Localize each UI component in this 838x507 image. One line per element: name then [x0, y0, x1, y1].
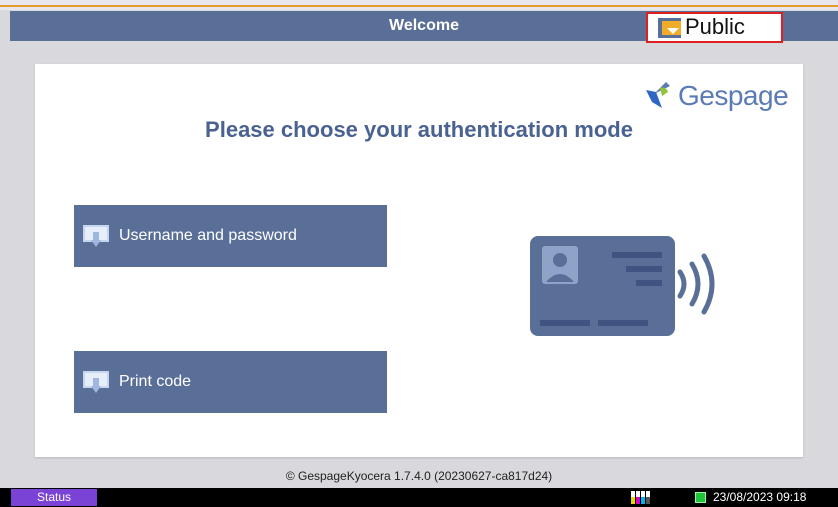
logo-text: Gespage	[678, 80, 789, 111]
network-status-icon	[695, 492, 706, 503]
contactless-card-icon	[530, 236, 715, 336]
gespage-logo-icon	[646, 82, 670, 108]
top-accent-stripe	[0, 0, 838, 10]
queue-selector[interactable]: Public	[646, 12, 783, 43]
queue-label: Public	[681, 15, 779, 39]
status-datetime: 23/08/2023 09:18	[713, 490, 807, 504]
username-password-label: Username and password	[119, 227, 297, 244]
status-button[interactable]: Status	[11, 489, 97, 506]
print-code-icon	[83, 371, 109, 393]
auth-panel: Gespage Please choose your authenticatio…	[35, 64, 803, 457]
username-password-button[interactable]: Username and password	[74, 205, 387, 267]
status-bar: Status 23/08/2023 09:18	[0, 488, 838, 507]
toner-level-icon	[631, 491, 651, 504]
print-code-label: Print code	[119, 373, 192, 390]
page-heading: Please choose your authentication mode	[205, 117, 633, 142]
copyright-footer: © GespageKyocera 1.7.4.0 (20230627-ca817…	[285, 469, 553, 483]
print-code-button[interactable]: Print code	[74, 351, 387, 413]
user-login-icon	[83, 225, 109, 247]
gespage-logo: Gespage	[640, 72, 795, 114]
